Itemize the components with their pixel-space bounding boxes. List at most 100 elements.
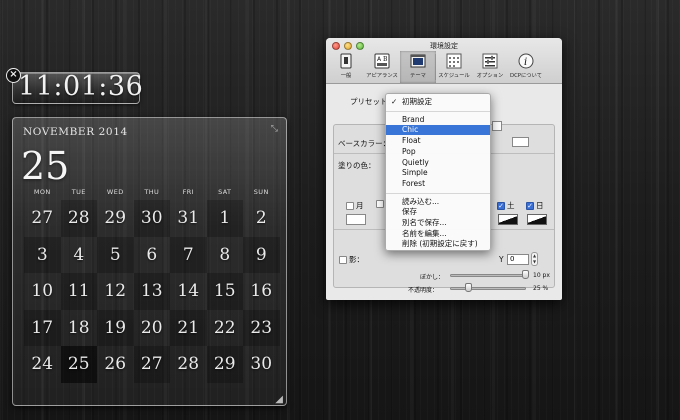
calendar-day[interactable]: 20 (134, 310, 171, 347)
opacity-slider-track[interactable] (450, 287, 526, 290)
checkbox-sunday[interactable]: ✓ 日 (526, 200, 544, 211)
menu-item[interactable]: Float (386, 136, 490, 146)
checkbox-box[interactable] (346, 201, 354, 210)
clock-close-button[interactable]: × (6, 68, 21, 83)
menu-item[interactable]: Forest (386, 179, 490, 189)
fill-color-label: 塗りの色： (338, 161, 376, 170)
menu-separator (386, 110, 490, 112)
calendar-resize-icon[interactable]: ⤡ (271, 124, 278, 134)
calendar-day[interactable]: 12 (97, 273, 134, 310)
toolbar-tab-label: スケジュール (438, 73, 470, 79)
base-color-swatch[interactable] (512, 137, 529, 147)
calendar-day[interactable]: 22 (207, 310, 244, 347)
menu-item[interactable]: 保存 (386, 207, 490, 217)
calendar-day[interactable]: 2 (243, 200, 280, 237)
checkbox-box[interactable] (376, 200, 384, 208)
switch-icon (328, 53, 364, 69)
calendar-day[interactable]: 7 (170, 236, 207, 273)
calendar-day[interactable]: 9 (243, 236, 280, 273)
menu-item[interactable]: Pop (386, 147, 490, 157)
toolbar-tab-info[interactable]: i DCPについて (508, 51, 544, 83)
checkbox-box-checked[interactable]: ✓ (526, 201, 534, 210)
blur-slider-knob[interactable] (522, 270, 529, 279)
checkbox-shadow[interactable]: 影： (339, 254, 364, 265)
opacity-slider-knob[interactable] (465, 283, 472, 292)
y-offset-input[interactable]: 0 (507, 254, 529, 265)
menu-item[interactable]: 名前を編集... (386, 229, 490, 239)
calendar-day[interactable]: 4 (61, 237, 98, 274)
calendar-day[interactable]: 13 (133, 273, 170, 310)
calendar-day[interactable]: 5 (97, 236, 134, 273)
toolbar-tab-label: オプション (476, 73, 504, 79)
calendar-day[interactable]: 14 (170, 273, 207, 310)
calendar-day[interactable]: 16 (243, 273, 280, 310)
calendar-day[interactable]: 26 (97, 346, 134, 383)
menu-item[interactable]: Simple (386, 168, 490, 178)
calendar-day[interactable]: 15 (206, 273, 243, 310)
calendar-day[interactable]: 24 (24, 346, 61, 383)
weekday-header: SUN (253, 188, 269, 196)
weekday-header: WED (106, 188, 124, 196)
menu-item[interactable]: Brand (386, 115, 490, 125)
opacity-value: 25 % (533, 285, 549, 292)
preset-dropdown-menu: 初期設定 BrandChicFloatPopQuietlySimpleForest… (385, 93, 491, 251)
calendar-day[interactable]: 30 (133, 200, 170, 237)
calendar-day[interactable]: 3 (24, 236, 61, 273)
calendar-day[interactable]: 8 (207, 237, 244, 274)
blur-slider-track[interactable] (450, 274, 526, 277)
color-swatch[interactable] (492, 121, 502, 131)
menu-item[interactable]: 別名で保存... (386, 218, 490, 228)
checkbox-box-checked[interactable]: ✓ (497, 201, 505, 210)
calendar-day[interactable]: 1 (206, 200, 243, 237)
checkbox-sunday-label: 日 (536, 201, 544, 210)
checkbox-saturday[interactable]: ✓ 土 (497, 200, 515, 211)
toolbar-tab-label: 一般 (340, 73, 352, 79)
blur-label: ぼかし： (420, 274, 445, 281)
calendar-day[interactable]: 6 (134, 237, 171, 274)
toolbar-tab-appearance[interactable]: A B アピアランス (364, 51, 400, 83)
calendar-day[interactable]: 11 (60, 273, 97, 310)
calendar-day[interactable]: 30 (243, 346, 280, 383)
calendar-day[interactable]: 10 (24, 273, 61, 310)
sunday-gradient-swatch[interactable] (527, 214, 547, 225)
weekday-header: SAT (218, 188, 232, 196)
shadow-label: 影： (349, 255, 364, 264)
preferences-toolbar: 一般 A B アピアランス テーマ スケジュール オプション i DCPについて (328, 51, 544, 83)
calendar-day[interactable]: 27 (133, 346, 170, 383)
saturday-gradient-swatch[interactable] (498, 214, 518, 225)
menu-item[interactable]: 削除 (初期設定に戻す) (386, 239, 490, 249)
checkbox-box[interactable] (339, 255, 347, 264)
calendar-day[interactable]: 28 (170, 346, 207, 383)
toolbar-tab-switch[interactable]: 一般 (328, 51, 364, 83)
calendar-day[interactable]: 27 (24, 200, 61, 237)
calendar-day[interactable]: 29 (97, 200, 134, 237)
calendar-day[interactable]: 23 (243, 309, 280, 346)
calendar-day[interactable]: 18 (61, 310, 98, 347)
toolbar-tab-options[interactable]: オプション (472, 51, 508, 83)
calendar-day[interactable]: 19 (97, 309, 134, 346)
calendar-day-today[interactable]: 25 (60, 346, 97, 383)
calendar-day[interactable]: 31 (170, 200, 207, 237)
weekday-header: THU (144, 188, 160, 196)
window-titlebar: 環境設定 一般 A B アピアランス テーマ スケジュール オプション i DCPについて (326, 38, 562, 84)
calendar-day[interactable]: 28 (60, 200, 97, 237)
menu-item[interactable]: Quietly (386, 158, 490, 168)
toolbar-tab-label: アピアランス (366, 73, 398, 79)
calendar-day[interactable]: 21 (170, 309, 207, 346)
toolbar-tab-schedule[interactable]: スケジュール (436, 51, 472, 83)
menu-item[interactable]: 読み込む... (386, 197, 490, 207)
monday-color-swatch[interactable] (346, 214, 366, 225)
y-offset-stepper[interactable]: ▲ ▼ (531, 252, 538, 266)
calendar-resize-handle-icon[interactable]: ◢ (275, 394, 283, 405)
calendar-day[interactable]: 29 (206, 346, 243, 383)
y-offset-label: Y (499, 255, 504, 264)
checkbox-tuesday[interactable] (376, 200, 384, 208)
menu-item[interactable]: Chic (386, 125, 490, 136)
checkbox-monday[interactable]: 月 (346, 200, 364, 211)
menu-item[interactable]: 初期設定 (386, 97, 490, 107)
toolbar-tab-theme[interactable]: テーマ (400, 51, 436, 83)
calendar-current-day: 25 (21, 144, 70, 188)
calendar-day[interactable]: 17 (24, 309, 61, 346)
menu-separator (386, 192, 490, 194)
appearance-icon: AB (364, 53, 400, 69)
